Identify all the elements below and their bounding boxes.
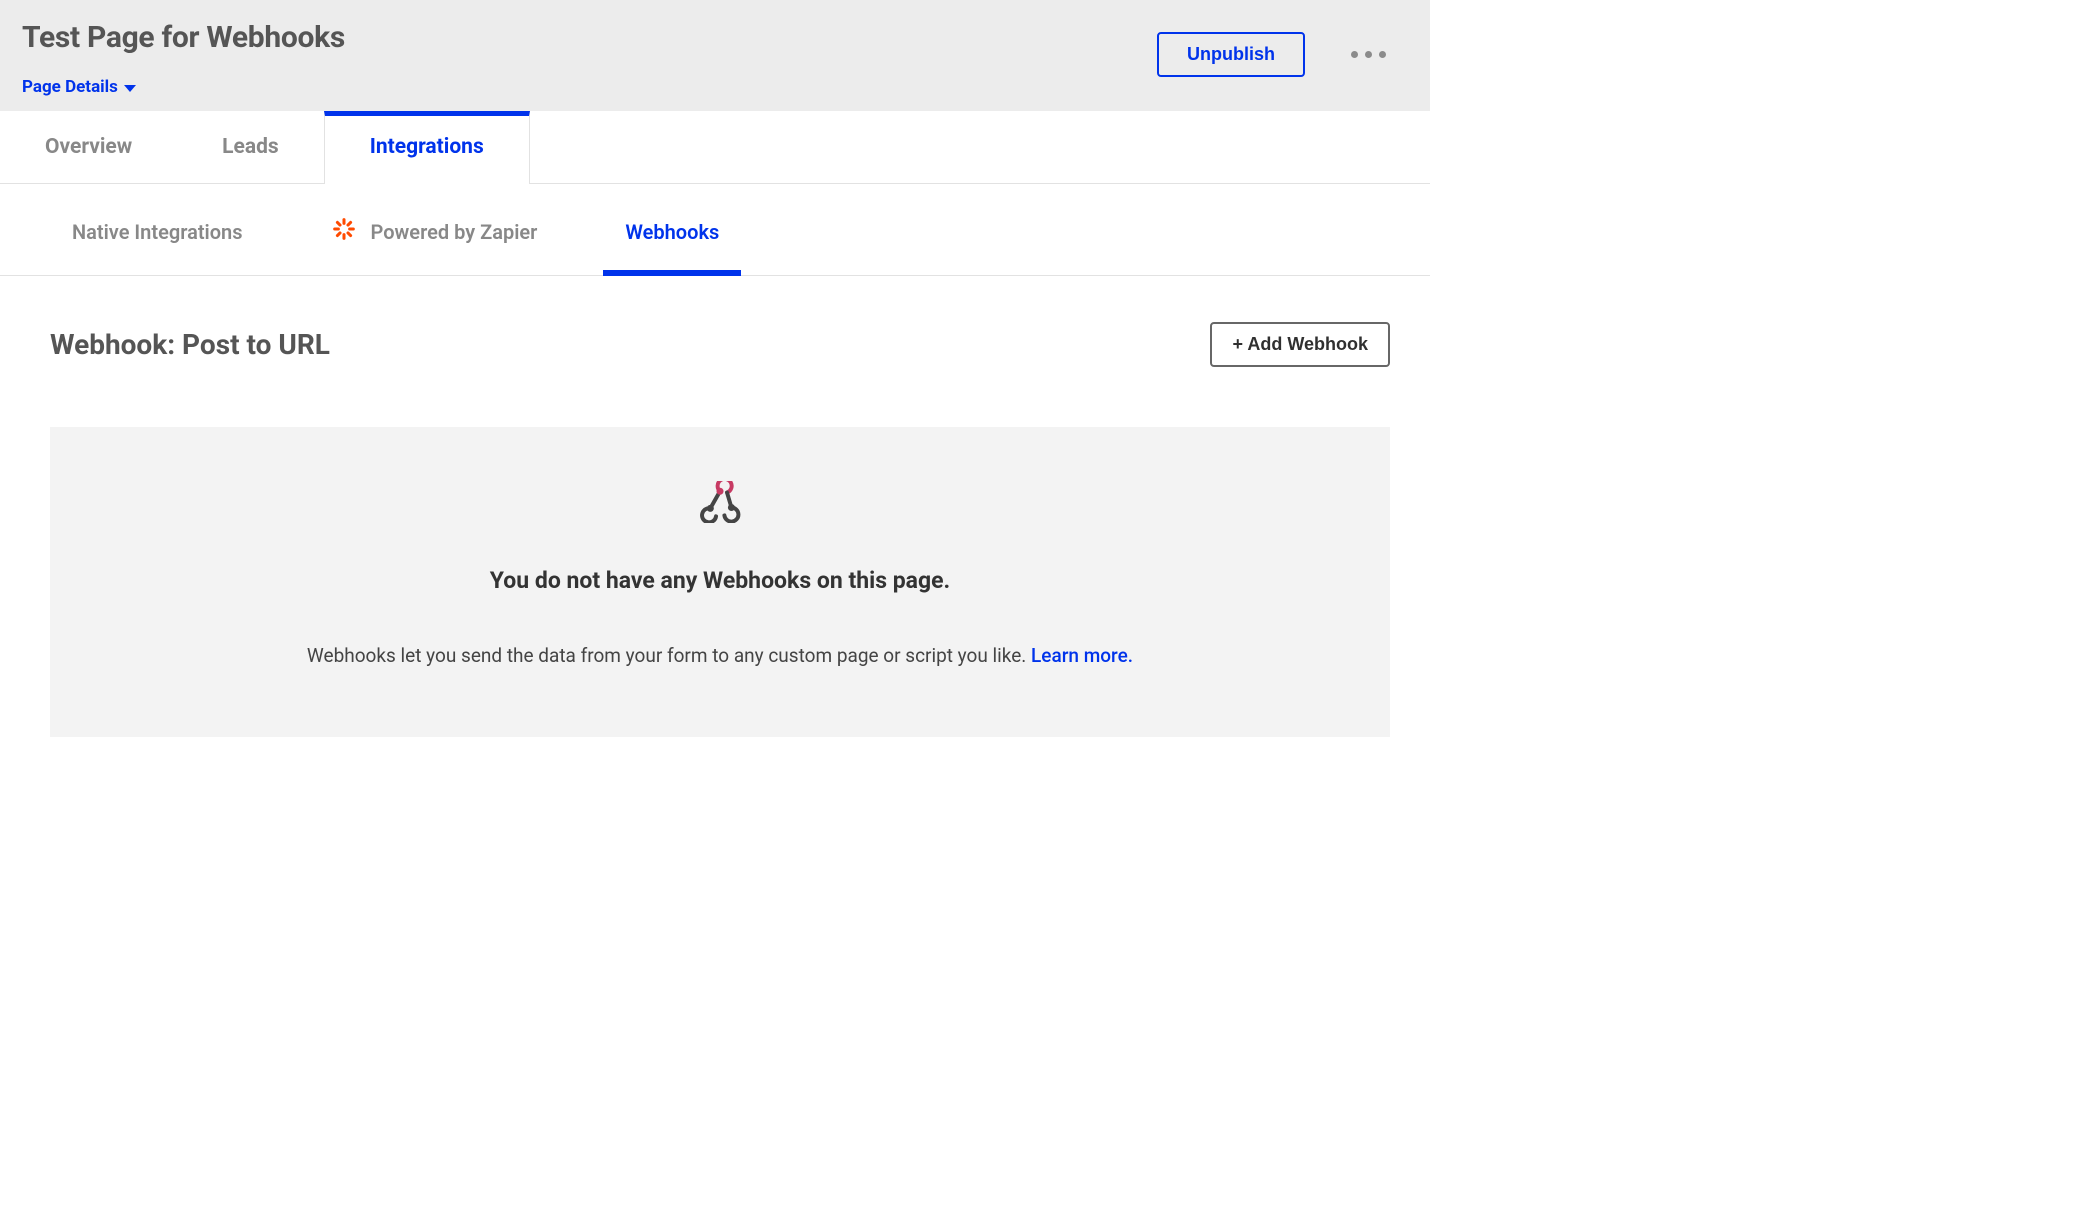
empty-state-description: Webhooks let you send the data from your…	[307, 644, 1133, 667]
page-details-label: Page Details	[22, 77, 118, 97]
add-webhook-button[interactable]: + Add Webhook	[1210, 322, 1390, 367]
tab-leads[interactable]: Leads	[177, 111, 324, 183]
learn-more-link[interactable]: Learn more.	[1031, 644, 1133, 667]
dot-icon	[1351, 51, 1358, 58]
more-actions-menu[interactable]	[1345, 45, 1392, 64]
header-right: Unpublish	[1157, 20, 1408, 77]
unpublish-button[interactable]: Unpublish	[1157, 32, 1305, 77]
dot-icon	[1379, 51, 1386, 58]
subtab-label: Powered by Zapier	[371, 220, 538, 244]
empty-state-heading: You do not have any Webhooks on this pag…	[490, 567, 950, 594]
header-left: Test Page for Webhooks Page Details	[22, 20, 345, 97]
section-title: Webhook: Post to URL	[50, 328, 330, 361]
webhooks-empty-state: You do not have any Webhooks on this pag…	[50, 427, 1390, 737]
webhook-icon	[698, 481, 742, 527]
primary-tabs: Overview Leads Integrations	[0, 111, 1430, 184]
subtab-native-integrations[interactable]: Native Integrations	[50, 184, 265, 275]
dot-icon	[1365, 51, 1372, 58]
page-title: Test Page for Webhooks	[22, 20, 345, 55]
section-header: Webhook: Post to URL + Add Webhook	[50, 322, 1390, 367]
tab-integrations[interactable]: Integrations	[324, 111, 530, 183]
integration-subtabs: Native Integrations Powered by Zapier We…	[0, 184, 1430, 276]
subtab-webhooks[interactable]: Webhooks	[603, 184, 741, 275]
page-header: Test Page for Webhooks Page Details Unpu…	[0, 0, 1430, 111]
tab-overview[interactable]: Overview	[0, 111, 177, 183]
empty-state-text: Webhooks let you send the data from your…	[307, 644, 1031, 667]
caret-down-icon	[124, 85, 136, 92]
content-area: Webhook: Post to URL + Add Webhook You d…	[0, 276, 1430, 737]
page-details-dropdown[interactable]: Page Details	[22, 77, 345, 97]
subtab-powered-by-zapier[interactable]: Powered by Zapier	[309, 184, 560, 275]
zapier-icon	[331, 216, 357, 247]
